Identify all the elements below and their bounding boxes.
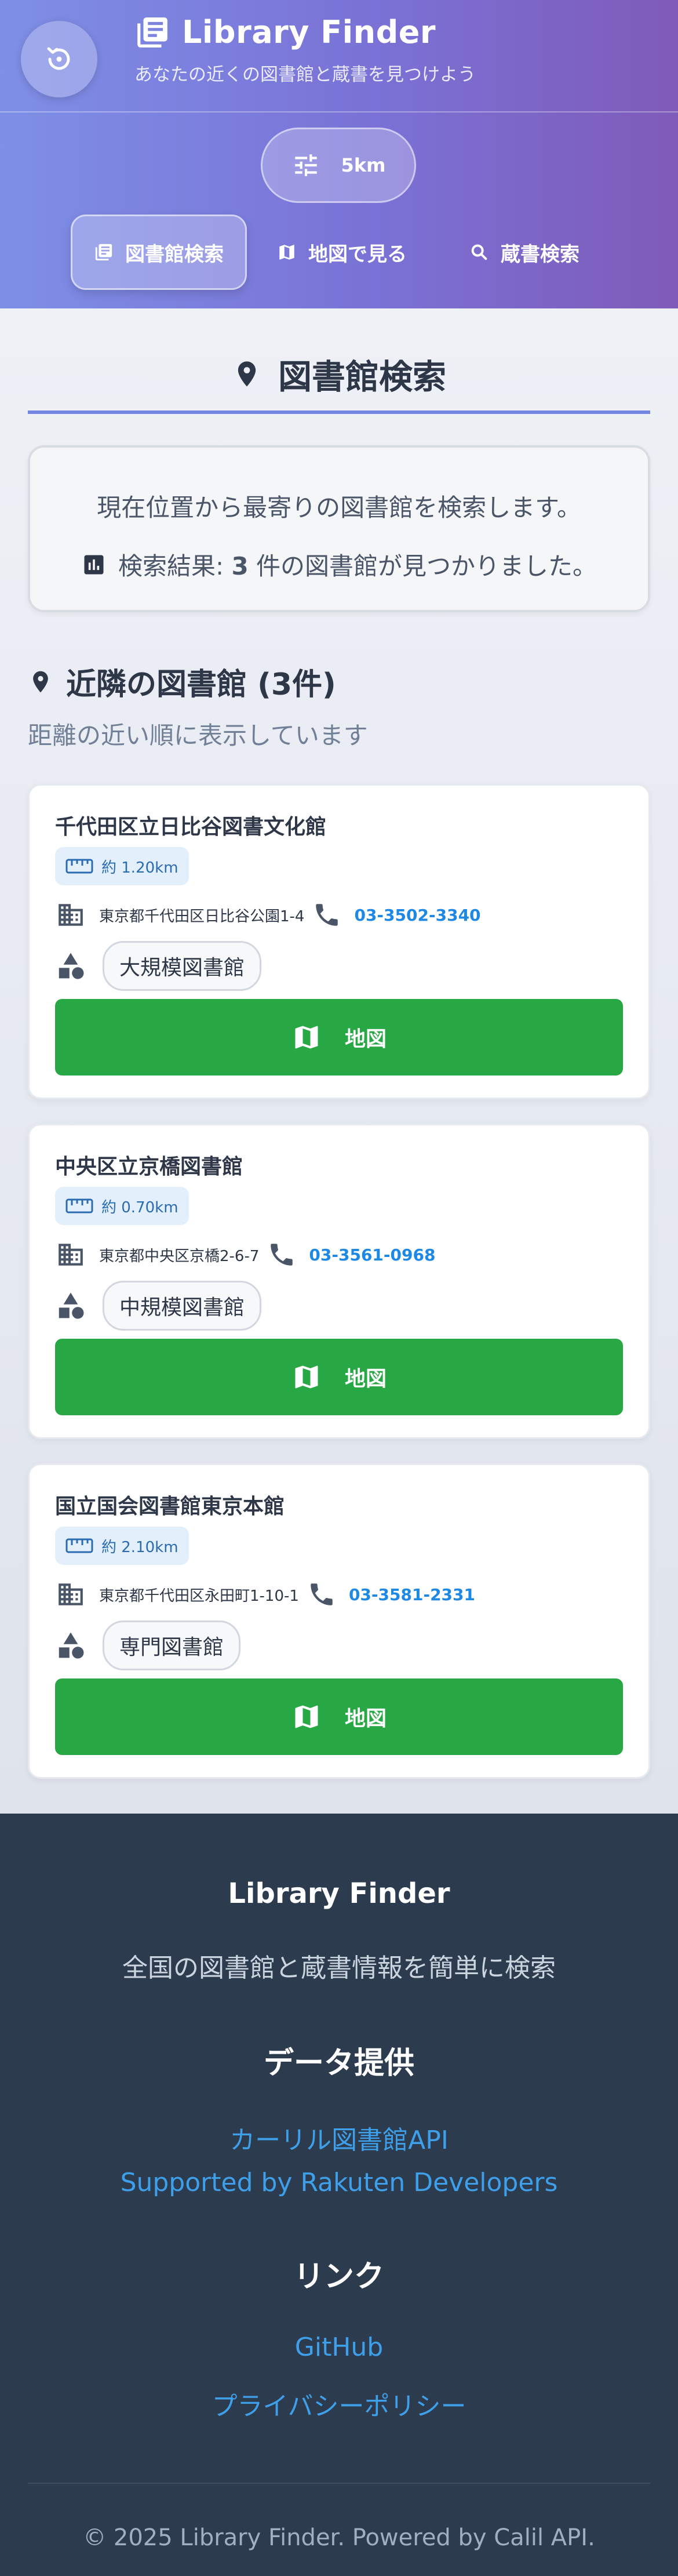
section-heading: 近隣の図書館 (3件): [28, 660, 650, 703]
map-icon: [291, 1702, 322, 1732]
map-icon: [291, 1022, 322, 1052]
footer-link-github[interactable]: GitHub: [28, 2332, 650, 2362]
distance-text: 約 1.20km: [101, 859, 178, 877]
nav-tab-label: 図書館検索: [125, 242, 224, 266]
phone-group: 03-3502-3340: [312, 900, 481, 929]
map-button-label: 地図: [344, 1367, 387, 1391]
distance-badge: 約 1.20km: [55, 847, 189, 885]
app-header: Library Finder あなたの近くの図書館と蔵書を見つけよう 5km 図…: [0, 0, 678, 308]
ruler-icon: [65, 859, 93, 874]
result-prefix: 検索結果:: [118, 552, 232, 580]
category-icon: [55, 1630, 86, 1661]
building-icon: [55, 1240, 86, 1269]
address-row: 東京都千代田区永田町1-10-1 03-3581-2331: [55, 1575, 623, 1614]
back-icon: [45, 45, 73, 73]
nav-tab-book-search[interactable]: 蔵書検索: [469, 215, 579, 290]
category-icon: [55, 950, 86, 982]
phone-link[interactable]: 03-3581-2331: [349, 1585, 475, 1604]
bar-chart-icon: [81, 552, 107, 577]
tune-icon: [291, 151, 320, 180]
library-card: 千代田区立日比谷図書文化館 約 1.20km 東京都千代田区日比谷公園1-4 0…: [28, 784, 650, 1099]
footer-divider: [28, 2483, 650, 2484]
phone-link[interactable]: 03-3502-3340: [354, 906, 480, 925]
building-icon: [55, 1580, 86, 1609]
phone-icon: [312, 900, 341, 929]
library-type-badge: 大規模図書館: [103, 941, 262, 991]
library-card: 中央区立京橋図書館 約 0.70km 東京都中央区京橋2-6-7 03-3561…: [28, 1124, 650, 1439]
back-button[interactable]: [21, 21, 97, 97]
range-label: 5km: [341, 154, 386, 176]
building-icon: [55, 900, 86, 929]
location-pin-icon: [28, 667, 53, 697]
footer-link-rakuten[interactable]: Supported by Rakuten Developers: [28, 2168, 650, 2197]
info-text: 現在位置から最寄りの図書館を検索します。: [97, 493, 581, 522]
footer: Library Finder 全国の図書館と蔵書情報を簡単に検索 データ提供 カ…: [0, 1814, 678, 2576]
distance-badge: 約 0.70km: [55, 1187, 189, 1225]
nav-tab-library-search[interactable]: 図書館検索: [71, 215, 247, 290]
phone-icon: [307, 1580, 336, 1609]
address-row: 東京都中央区京橋2-6-7 03-3561-0968: [55, 1236, 623, 1274]
phone-group: 03-3581-2331: [307, 1580, 475, 1609]
distance-text: 約 2.10km: [101, 1538, 178, 1556]
search-range-button[interactable]: 5km: [261, 128, 416, 203]
result-summary: 検索結果: 3 件の図書館が見つかりました。: [30, 547, 648, 582]
app-title: Library Finder: [182, 14, 436, 50]
page-title: 図書館検索: [28, 308, 650, 414]
phone-icon: [267, 1240, 296, 1269]
top-bar: Library Finder あなたの近くの図書館と蔵書を見つけよう: [0, 0, 678, 112]
map-button[interactable]: 地図: [55, 999, 623, 1076]
map-icon: [277, 242, 297, 262]
result-count: 3: [231, 552, 249, 580]
map-icon: [291, 1362, 322, 1392]
footer-title: Library Finder: [228, 1877, 450, 1910]
map-button[interactable]: 地図: [55, 1339, 623, 1415]
library-name: 千代田区立日比谷図書文化館: [55, 815, 327, 839]
result-suffix: 件の図書館が見つかりました。: [248, 552, 597, 580]
map-button-label: 地図: [344, 1027, 387, 1051]
library-address: 東京都中央区京橋2-6-7: [99, 1247, 260, 1265]
location-pin-icon: [232, 357, 262, 391]
brand: Library Finder あなたの近くの図書館と蔵書を見つけよう: [134, 14, 476, 86]
address-row: 東京都千代田区日比谷公園1-4 03-3502-3340: [55, 896, 623, 934]
distance-badge: 約 2.10km: [55, 1527, 189, 1565]
library-address: 東京都千代田区日比谷公園1-4: [99, 907, 305, 925]
library-name: 国立国会図書館東京本館: [55, 1495, 285, 1518]
nav-tab-label: 蔵書検索: [501, 242, 579, 266]
category-icon: [55, 1290, 86, 1321]
footer-description: 全国の図書館と蔵書情報を簡単に検索: [122, 1953, 556, 1983]
type-row: 中規模図書館: [55, 1280, 623, 1332]
footer-links-heading: リンク: [293, 2259, 384, 2294]
search-info-box: 現在位置から最寄りの図書館を検索します。 検索結果: 3 件の図書館が見つかりま…: [28, 445, 650, 612]
library-address: 東京都千代田区永田町1-10-1: [99, 1587, 299, 1605]
nav-tab-label: 地図で見る: [308, 242, 407, 266]
page-title-text: 図書館検索: [278, 357, 446, 397]
footer-data-heading: データ提供: [263, 2046, 414, 2081]
footer-link-calil-api[interactable]: カーリル図書館API: [28, 2119, 650, 2156]
nav-tab-map-view[interactable]: 地図で見る: [277, 215, 407, 290]
distance-text: 約 0.70km: [101, 1198, 178, 1216]
library-type-badge: 中規模図書館: [103, 1281, 262, 1331]
section-title: 近隣の図書館 (3件): [66, 667, 336, 702]
library-type-badge: 専門図書館: [103, 1621, 241, 1670]
ruler-icon: [65, 1198, 93, 1213]
map-button-label: 地図: [344, 1707, 387, 1731]
main-content: 図書館検索 現在位置から最寄りの図書館を検索します。 検索結果: 3 件の図書館…: [0, 308, 678, 1814]
library-books-icon: [134, 14, 170, 50]
footer-copyright: © 2025 Library Finder. Powered by Calil …: [83, 2524, 595, 2551]
type-row: 専門図書館: [55, 1619, 623, 1672]
map-button[interactable]: 地図: [55, 1678, 623, 1755]
library-name: 中央区立京橋図書館: [55, 1155, 243, 1179]
type-row: 大規模図書館: [55, 940, 623, 992]
footer-link-privacy[interactable]: プライバシーポリシー: [28, 2385, 650, 2422]
library-card: 国立国会図書館東京本館 約 2.10km 東京都千代田区永田町1-10-1 03…: [28, 1463, 650, 1779]
main-nav: 図書館検索 地図で見る 蔵書検索: [0, 215, 678, 290]
section-subtitle: 距離の近い順に表示しています: [28, 721, 368, 750]
library-books-icon: [94, 242, 114, 262]
app-subtitle: あなたの近くの図書館と蔵書を見つけよう: [134, 64, 476, 85]
search-icon: [469, 242, 489, 262]
ruler-icon: [65, 1538, 93, 1553]
phone-link[interactable]: 03-3561-0968: [309, 1245, 435, 1265]
phone-group: 03-3561-0968: [267, 1240, 435, 1269]
